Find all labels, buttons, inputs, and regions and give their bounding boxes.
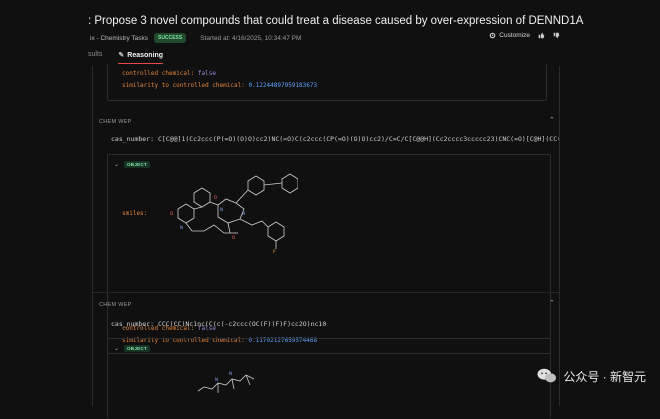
thumb-down-icon bbox=[553, 32, 560, 39]
thumbs-down-button[interactable] bbox=[553, 32, 560, 39]
object-card: ⌄ OBJECT N N bbox=[107, 338, 551, 419]
customize-button[interactable]: Customize bbox=[489, 32, 530, 39]
watermark-text: 公众号 · 新智元 bbox=[563, 369, 646, 384]
header-actions: Customize bbox=[489, 32, 560, 39]
wechat-icon bbox=[537, 368, 557, 383]
tab-reasoning-label: Reasoning bbox=[127, 52, 164, 59]
chevron-up-icon[interactable]: ⌃ bbox=[549, 299, 555, 307]
svg-text:O: O bbox=[170, 211, 173, 216]
object-badge: OBJECT bbox=[124, 161, 151, 168]
gear-icon bbox=[489, 32, 496, 39]
svg-text:P: P bbox=[273, 249, 276, 254]
chevron-down-icon[interactable]: ⌄ bbox=[114, 161, 119, 168]
svg-text:N: N bbox=[229, 371, 232, 376]
smiles-label: smiles: bbox=[122, 210, 148, 217]
started-timestamp: Started at: 4/16/2025, 10:34:47 PM bbox=[200, 34, 302, 42]
svg-text:N: N bbox=[215, 377, 218, 382]
tab-results[interactable]: sults bbox=[88, 51, 102, 64]
chem-web-label: CHEM WEP bbox=[99, 302, 132, 308]
previous-object-card: controlled chemical: false similarity to… bbox=[107, 64, 547, 101]
watermark: 公众号 · 新智元 bbox=[537, 367, 646, 385]
svg-text:O: O bbox=[214, 195, 217, 200]
svg-text:N: N bbox=[242, 211, 245, 216]
svg-text:O: O bbox=[232, 235, 235, 240]
chem-web-label: CHEM WEP bbox=[99, 119, 132, 125]
task-meta: ix - Chemistry Tasks SUCCESS Started at:… bbox=[90, 33, 301, 43]
chevron-up-icon[interactable]: ⌃ bbox=[549, 116, 555, 124]
project-name[interactable]: ix - Chemistry Tasks bbox=[90, 35, 148, 42]
tab-reasoning[interactable]: ✎ Reasoning bbox=[118, 51, 164, 64]
section-divider bbox=[93, 292, 559, 293]
cas-number: cas_number: CCC(CC)Nc1nc(C(c(-c2ccc(OC(F… bbox=[111, 320, 327, 328]
chevron-down-icon[interactable]: ⌄ bbox=[114, 345, 119, 352]
tab-bar: sults ✎ Reasoning bbox=[88, 51, 164, 64]
object-badge: OBJECT bbox=[124, 345, 151, 352]
svg-text:N: N bbox=[220, 207, 223, 212]
svg-text:N: N bbox=[180, 225, 183, 230]
cas-number: cas_number: C[C@@]1(Cc2ccc(P(=O)(O)O)cc2… bbox=[111, 135, 559, 143]
status-badge: SUCCESS bbox=[154, 33, 187, 43]
thumbs-up-button[interactable] bbox=[538, 32, 545, 39]
molecule-structure-image: N N bbox=[197, 371, 255, 393]
thumb-up-icon bbox=[538, 32, 545, 39]
reasoning-panel[interactable]: controlled chemical: false similarity to… bbox=[92, 64, 560, 419]
molecule-structure-image: NNN OOO PP bbox=[170, 173, 298, 254]
customize-label: Customize bbox=[499, 32, 530, 39]
reasoning-icon: ✎ bbox=[118, 52, 125, 59]
similarity-row: similarity to controlled chemical: 0.122… bbox=[122, 82, 318, 89]
controlled-chemical-row: controlled chemical: false bbox=[122, 70, 216, 77]
page-title: : Propose 3 novel compounds that could t… bbox=[88, 15, 584, 27]
